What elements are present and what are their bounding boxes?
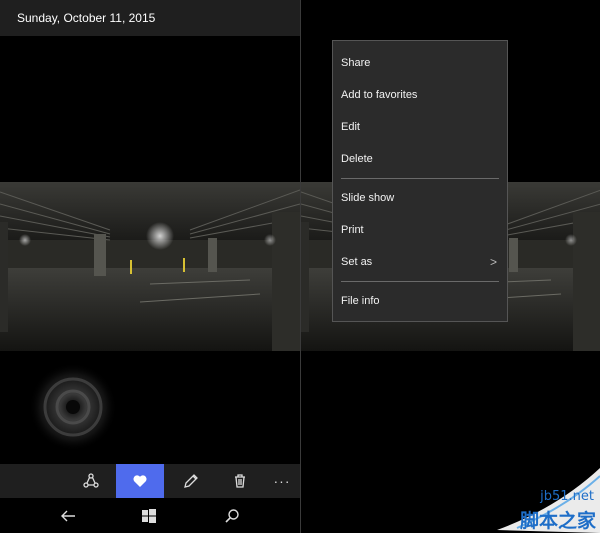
trash-icon: [235, 474, 245, 488]
menu-item-file-info[interactable]: File info: [333, 286, 507, 316]
back-button[interactable]: [48, 498, 88, 533]
menu-item-share[interactable]: Share: [333, 48, 507, 78]
pencil-icon: [184, 474, 198, 488]
chevron-right-icon: >: [489, 255, 497, 269]
share-button[interactable]: [67, 464, 115, 498]
share-icon: [83, 473, 99, 488]
delete-button[interactable]: [216, 464, 264, 498]
start-button[interactable]: [129, 498, 169, 533]
menu-item-set-as-label: Set as: [341, 256, 373, 268]
menu-separator: [341, 281, 499, 282]
watermark-site: jb51.net: [540, 489, 594, 504]
heart-icon: [133, 475, 147, 487]
favorite-button[interactable]: [116, 464, 164, 498]
menu-item-edit[interactable]: Edit: [333, 112, 507, 142]
menu-item-add-to-favorites[interactable]: Add to favorites: [333, 80, 507, 110]
system-nav-bar: [0, 498, 300, 533]
menu-item-slide-show[interactable]: Slide show: [333, 183, 507, 213]
menu-item-set-as[interactable]: Set as >: [333, 247, 507, 277]
more-options-button[interactable]: ···: [258, 464, 300, 498]
search-button[interactable]: [212, 498, 252, 533]
menu-item-print[interactable]: Print: [333, 215, 507, 245]
search-icon: [225, 508, 239, 523]
edit-button[interactable]: [167, 464, 215, 498]
date-header: Sunday, October 11, 2015: [0, 0, 300, 36]
windows-logo-icon: [142, 508, 156, 523]
parking-garage-photo: [0, 182, 300, 351]
context-menu: Share Add to favorites Edit Delete Slide…: [332, 40, 508, 322]
watermark-name: 脚本之家: [519, 510, 596, 532]
photo-viewer-panel: Sunday, October 11, 2015 ···: [0, 0, 300, 533]
menu-separator: [341, 178, 499, 179]
back-arrow-icon: [61, 510, 75, 521]
photo[interactable]: [0, 182, 300, 351]
app-bar: ···: [0, 464, 300, 498]
loading-spinner-icon: [29, 363, 117, 451]
menu-item-delete[interactable]: Delete: [333, 144, 507, 174]
